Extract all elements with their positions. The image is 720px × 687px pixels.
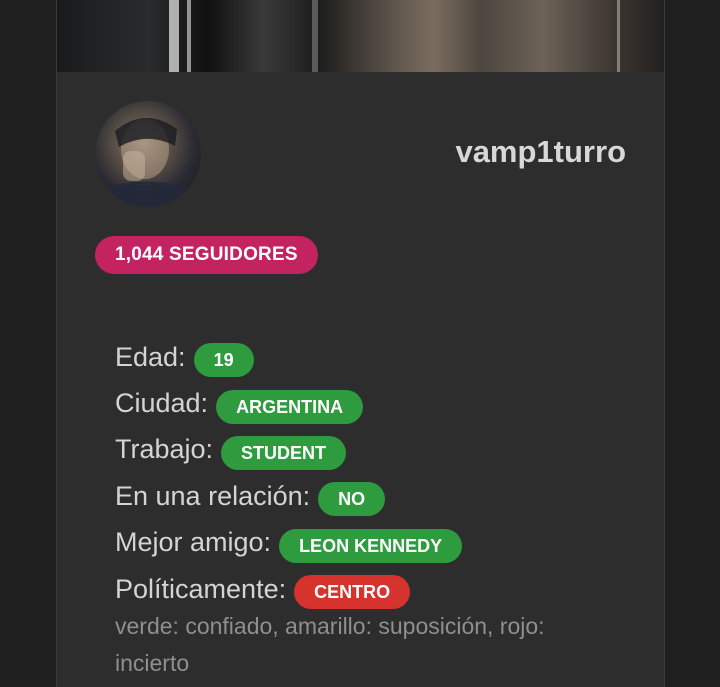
profile-info: Edad: 19 Ciudad: ARGENTINA Trabajo: STUD… (115, 334, 635, 682)
field-row-ciudad: Ciudad: ARGENTINA (115, 380, 635, 426)
field-row-mejor-amigo: Mejor amigo: LEON KENNEDY (115, 520, 635, 566)
field-row-relacion: En una relación: NO (115, 473, 635, 519)
followers-count-button[interactable]: 1,044 SEGUIDORES (95, 236, 318, 274)
field-label: Políticamente: (115, 573, 287, 604)
field-value-badge: NO (318, 482, 386, 517)
profile-banner (57, 0, 664, 72)
field-label: Mejor amigo: (115, 527, 272, 558)
avatar[interactable] (95, 101, 201, 207)
field-label: En una relación: (115, 480, 311, 511)
field-value-badge: LEON KENNEDY (279, 528, 463, 563)
username[interactable]: vamp1turro (455, 134, 626, 170)
field-label: Trabajo: (115, 434, 214, 465)
field-row-politicamente: Políticamente: CENTRO (115, 566, 635, 612)
field-row-edad: Edad: 19 (115, 334, 635, 380)
field-label: Edad: (115, 341, 186, 372)
field-value-badge: ARGENTINA (216, 389, 364, 424)
field-value-badge: 19 (193, 343, 254, 378)
field-label: Ciudad: (115, 388, 209, 419)
field-value-badge: STUDENT (221, 435, 347, 470)
profile-card: vamp1turro 1,044 SEGUIDORES Edad: 19 Ciu… (56, 0, 665, 687)
color-legend: verde: confiado, amarillo: suposición, r… (115, 613, 545, 677)
field-row-trabajo: Trabajo: STUDENT (115, 427, 635, 473)
field-value-badge: CENTRO (294, 575, 411, 610)
